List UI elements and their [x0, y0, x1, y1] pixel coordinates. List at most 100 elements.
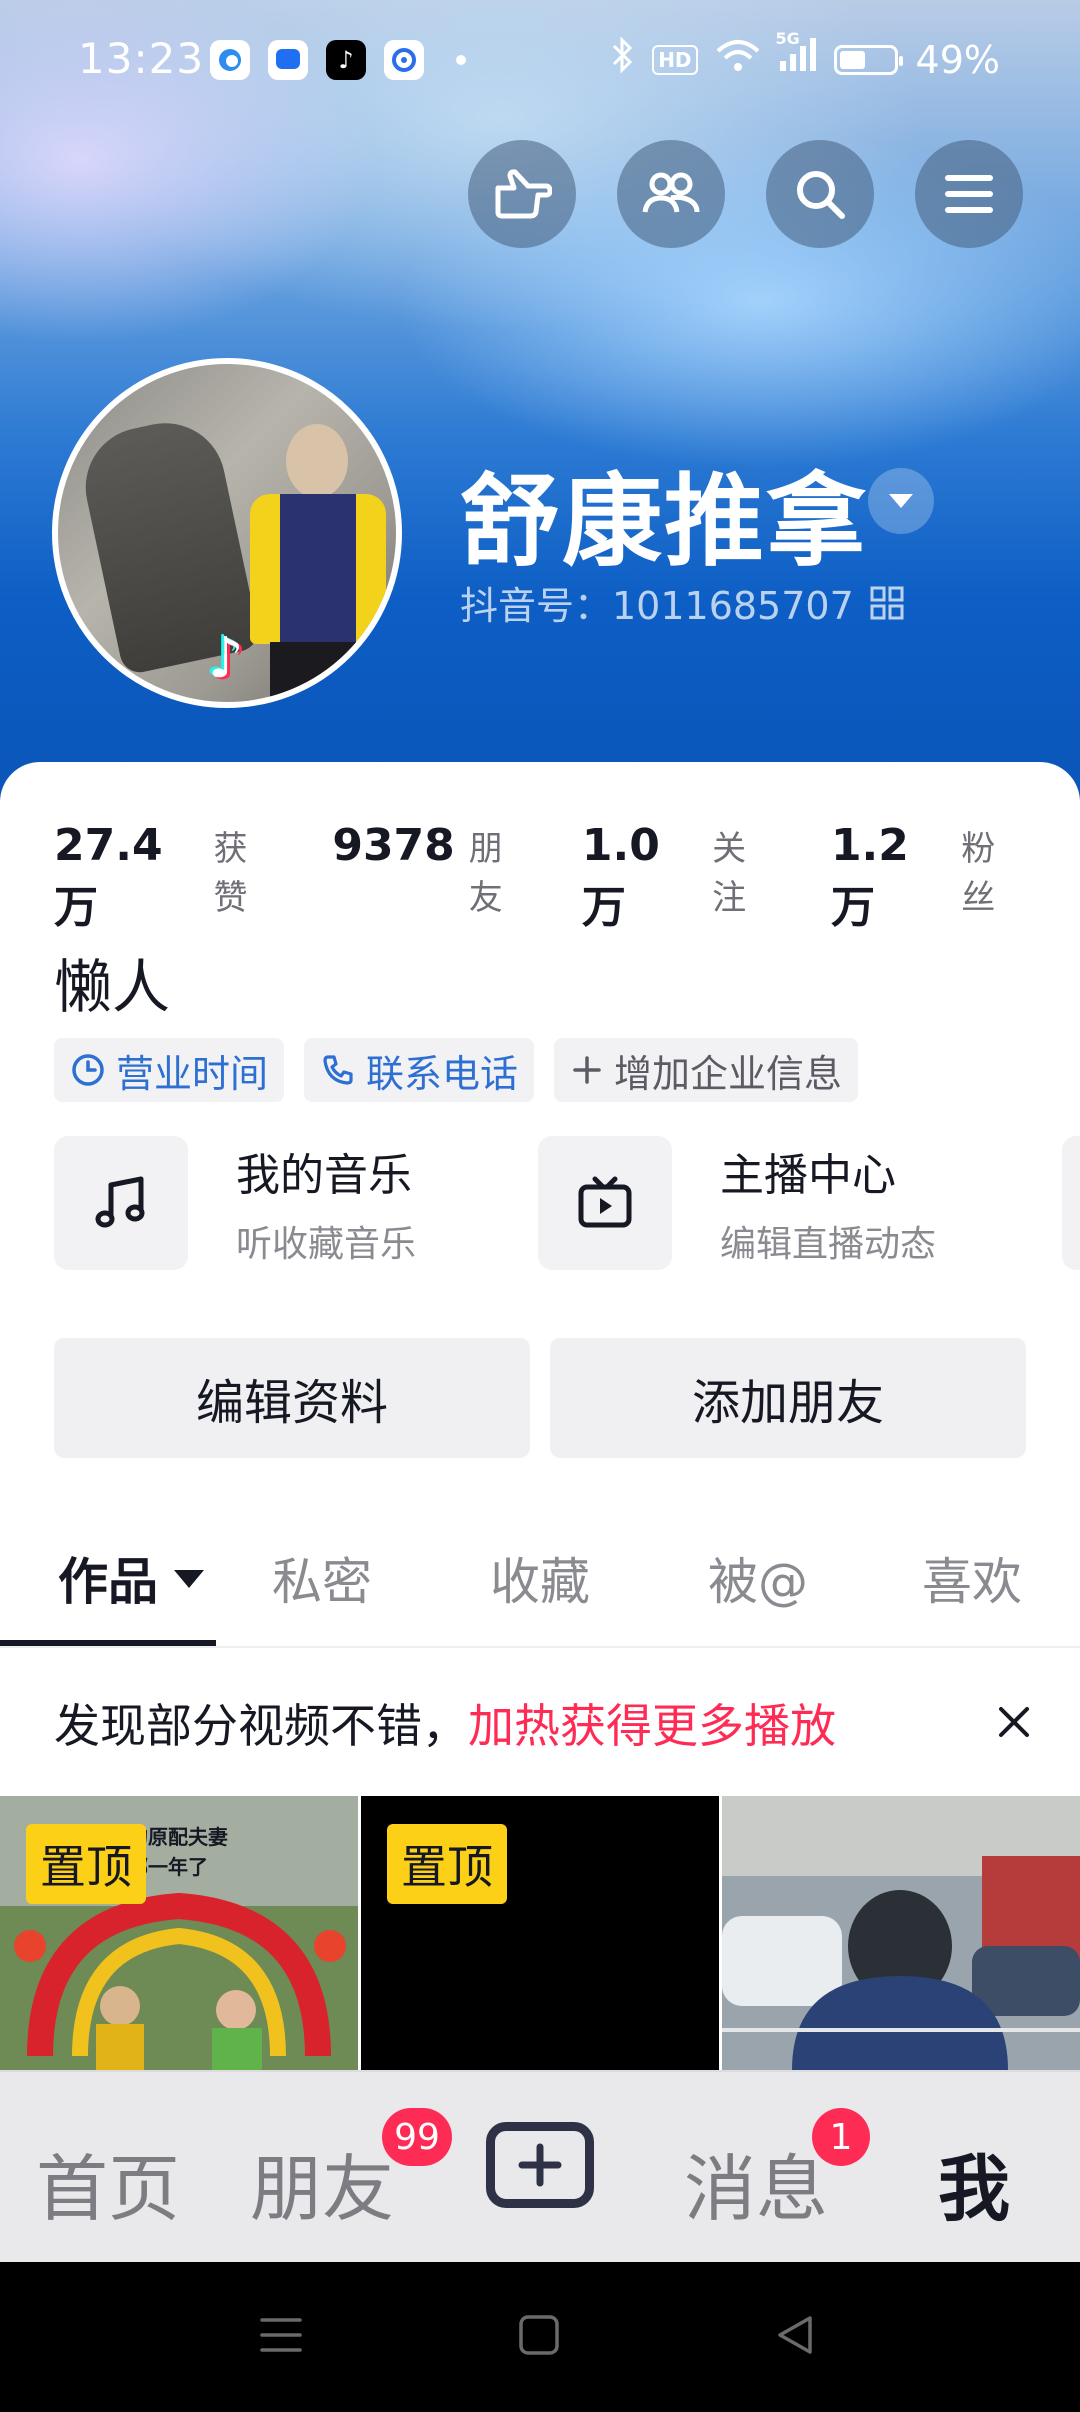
nav-messages[interactable]: 消息	[684, 2130, 828, 2235]
friends-button[interactable]	[617, 140, 725, 248]
edit-profile-button[interactable]: 编辑资料	[54, 1338, 530, 1458]
network-type-label: 5G	[775, 29, 800, 48]
streamer-center-icon-box	[538, 1136, 672, 1270]
tag-label: 增加企业信息	[614, 1051, 843, 1096]
stats-row: 27.4万 获赞 9378 朋友 1.0万 关注 1.2万 粉丝	[54, 820, 1080, 935]
menu-icon	[945, 175, 993, 213]
stat-value: 1.0万	[581, 820, 660, 933]
visitor-button[interactable]	[468, 140, 576, 248]
notification-icons: ♪	[210, 40, 466, 80]
business-tags: 营业时间 联系电话 增加企业信息	[54, 1038, 859, 1102]
tab-works[interactable]: 作品	[58, 1510, 206, 1646]
profile-bio[interactable]: 懒人	[54, 940, 170, 1024]
message-app-icon	[268, 40, 308, 80]
battery-fill	[839, 50, 865, 69]
plus-icon	[518, 2143, 562, 2187]
friends-icon	[642, 172, 700, 213]
video-thumbnail[interactable]	[722, 1796, 1080, 2070]
tag-label: 联系电话	[366, 1051, 519, 1096]
service-title: 我的音乐	[236, 1150, 412, 1201]
bluetooth-icon	[610, 36, 634, 83]
stat-label: 获赞	[213, 829, 248, 918]
stat-likes[interactable]: 27.4万 获赞	[54, 820, 278, 935]
battery-percent: 49%	[915, 37, 1000, 82]
douyin-id[interactable]: 抖音号：1011685707	[460, 575, 904, 630]
search-button[interactable]	[766, 140, 874, 248]
stat-value: 27.4万	[54, 820, 163, 933]
business-hours-tag[interactable]: 营业时间	[54, 1038, 285, 1102]
system-navigation-bar	[0, 2262, 1080, 2412]
plus-icon	[573, 1056, 601, 1084]
tiktok-icon: ♪	[326, 40, 366, 80]
visitor-hand-icon	[495, 169, 552, 219]
banner-highlight[interactable]: 加热获得更多播放	[468, 1690, 836, 1756]
stat-following[interactable]: 1.0万 关注	[582, 820, 777, 935]
caret-down-icon[interactable]	[172, 1566, 206, 1590]
service-title: 主播中心	[720, 1150, 896, 1201]
active-tab-indicator	[0, 1640, 216, 1646]
tab-label: 作品	[58, 1553, 158, 1611]
profile-name: 舒康推拿	[460, 463, 868, 580]
streamer-center-entry[interactable]: 主播中心 编辑直播动态	[538, 1136, 936, 1270]
more-notifications-dot	[456, 55, 466, 65]
my-music-text: 我的音乐 听收藏音乐	[236, 1139, 416, 1267]
contact-phone-tag[interactable]: 联系电话	[304, 1038, 535, 1102]
wifi-icon	[716, 38, 760, 82]
menu-button[interactable]	[915, 140, 1023, 248]
nav-me[interactable]: 我	[938, 2130, 1010, 2235]
tab-favorites[interactable]: 收藏	[490, 1510, 590, 1646]
service-subtitle: 听收藏音乐	[236, 1224, 417, 1265]
clock-icon	[72, 1054, 104, 1086]
video-thumbnail-image	[722, 1796, 1080, 2070]
account-switch-button[interactable]	[868, 468, 934, 534]
nav-home[interactable]: 首页	[36, 2130, 180, 2235]
promo-banner[interactable]: 发现部分视频不错， 加热获得更多播放	[0, 1650, 1080, 1796]
tab-likes[interactable]: 喜欢	[922, 1510, 1022, 1646]
nav-friends[interactable]: 朋友	[250, 2130, 394, 2235]
stat-friends[interactable]: 9378 朋友	[332, 820, 528, 919]
recent-apps-icon[interactable]	[258, 2312, 304, 2358]
signal-icon: 5G	[776, 29, 816, 82]
content-tabs: 作品 私密 收藏 被@ 喜欢	[0, 1510, 1080, 1648]
status-bar: 13:23 ♪ HD 5G 49%	[0, 0, 1080, 124]
tag-label: 营业时间	[116, 1051, 269, 1096]
search-icon	[797, 171, 845, 219]
phone-icon	[323, 1055, 353, 1085]
service-subtitle: 编辑直播动态	[720, 1224, 937, 1265]
status-right: HD 5G 49%	[610, 29, 1000, 83]
create-post-button[interactable]	[486, 2122, 594, 2208]
douyin-id-text: 抖音号：1011685707	[460, 584, 854, 628]
my-music-entry[interactable]: 我的音乐 听收藏音乐	[54, 1136, 416, 1270]
tab-mentions[interactable]: 被@	[708, 1510, 808, 1646]
messages-badge: 1	[812, 2108, 870, 2166]
close-banner-button[interactable]	[988, 1696, 1040, 1748]
video-thumbnail[interactable]: 上的原配夫妻 到哪一年了 置顶	[0, 1796, 358, 2070]
stat-followers[interactable]: 1.2万 粉丝	[831, 820, 1026, 935]
add-business-info-tag[interactable]: 增加企业信息	[554, 1038, 859, 1102]
battery-icon	[833, 44, 903, 75]
qq-browser-icon	[210, 40, 250, 80]
friends-badge: 99	[382, 2108, 452, 2166]
streamer-center-text: 主播中心 编辑直播动态	[720, 1139, 936, 1267]
video-thumbnail[interactable]: 置顶	[361, 1796, 719, 2070]
chevron-down-icon	[889, 494, 913, 508]
tv-play-icon	[578, 1176, 632, 1228]
stat-label: 朋友	[468, 829, 503, 918]
qr-code-icon[interactable]	[870, 586, 904, 620]
add-friends-button[interactable]: 添加朋友	[550, 1338, 1026, 1458]
hd-icon: HD	[652, 44, 698, 75]
stat-value: 1.2万	[830, 820, 909, 933]
pinned-badge: 置顶	[387, 1824, 507, 1904]
tiktok-logo-icon: ♪	[208, 626, 244, 691]
banner-text: 发现部分视频不错，	[54, 1699, 468, 1753]
status-time: 13:23	[78, 34, 205, 83]
avatar[interactable]: ♪	[52, 358, 402, 708]
close-icon	[999, 1707, 1029, 1737]
back-icon[interactable]	[772, 2312, 818, 2358]
home-icon[interactable]	[516, 2312, 562, 2358]
more-services-peek[interactable]	[1062, 1136, 1080, 1270]
avatar-person-legs	[270, 642, 366, 702]
avatar-person-head	[286, 424, 348, 498]
search-app-icon	[384, 40, 424, 80]
tab-private[interactable]: 私密	[272, 1510, 372, 1646]
